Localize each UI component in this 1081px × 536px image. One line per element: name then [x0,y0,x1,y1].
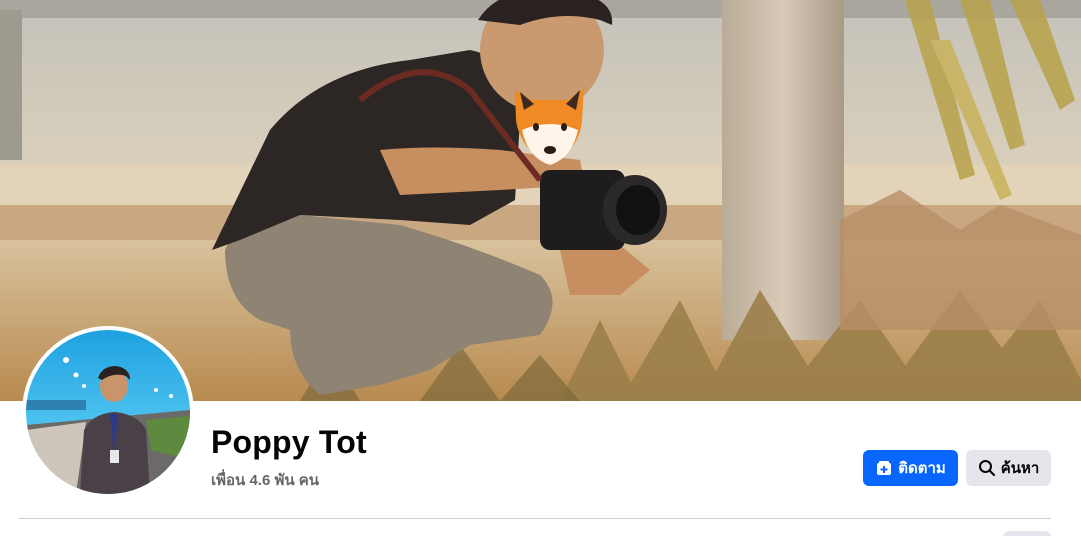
header-divider [19,518,1051,519]
cover-photo[interactable] [0,0,1081,401]
add-friend-icon [875,459,893,477]
profile-page: Poppy Tot เพื่อน 4.6 พัน คน ติดตาม ค้นหา [0,0,1081,536]
friends-count[interactable]: เพื่อน 4.6 พัน คน [211,468,319,492]
search-icon [978,459,996,477]
follow-button-label: ติดตาม [898,460,946,477]
profile-name: Poppy Tot [211,424,367,460]
follow-button[interactable]: ติดตาม [863,450,958,486]
avatar-photo [26,330,190,494]
profile-avatar[interactable] [22,326,194,498]
search-button-label: ค้นหา [1000,460,1040,477]
search-button[interactable]: ค้นหา [966,450,1051,486]
more-options-button[interactable] [1003,531,1051,536]
cover-photo-illustration [0,0,1081,401]
